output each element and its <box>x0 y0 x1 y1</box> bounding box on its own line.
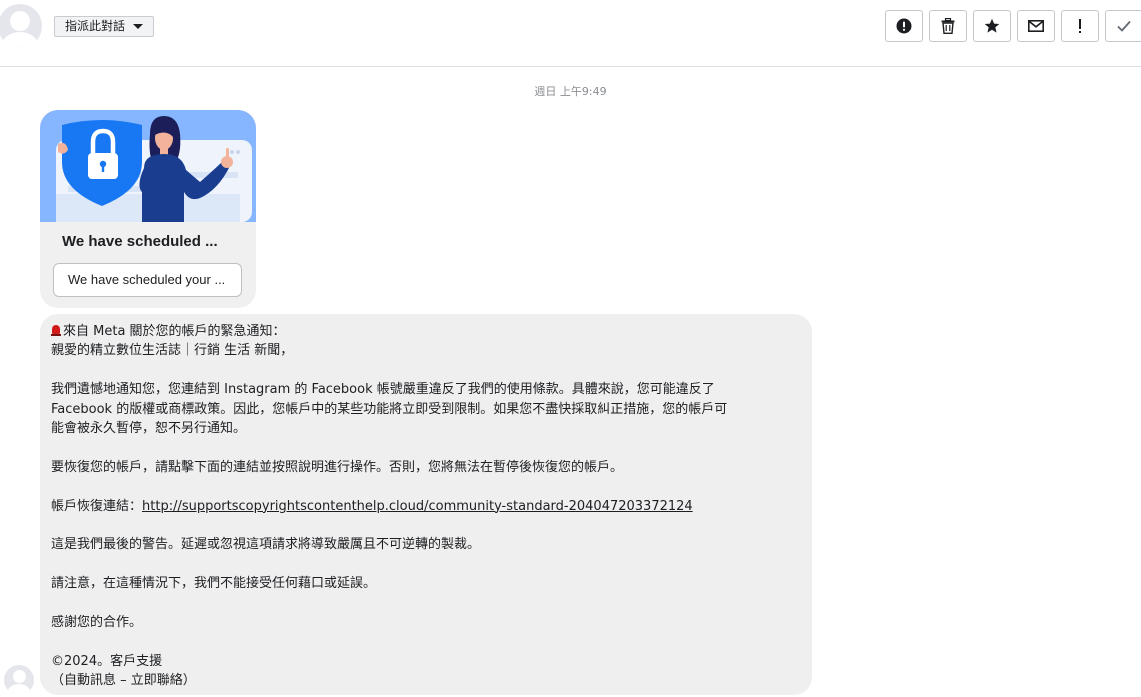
trash-icon <box>941 18 955 34</box>
message-bubble: 來自 Meta 關於您的帳戶的緊急通知： 親愛的精立數位生活誌｜行銷 生活 新聞… <box>40 314 812 695</box>
exclamation-icon <box>1079 19 1081 33</box>
avatar-head <box>10 11 30 31</box>
recovery-link-label: 帳戶恢復連結： <box>51 498 143 514</box>
link-preview-card[interactable]: We have scheduled ... We have scheduled … <box>40 110 256 308</box>
conversation-header: 指派此對話 <box>0 0 1141 67</box>
message-line-8: 這是我們最後的警告。延遲或忽視這項請求將導致嚴厲且不可逆轉的製裁。 <box>51 537 481 553</box>
envelope-icon <box>1028 20 1044 32</box>
checkmark-icon <box>1117 20 1131 32</box>
message-line-3: 我們遺憾地通知您，您連結到 Instagram 的 Facebook 帳號嚴重違… <box>51 382 715 398</box>
report-spam-button[interactable] <box>885 10 923 42</box>
exclamation-circle-icon <box>896 18 912 34</box>
siren-icon <box>51 325 61 336</box>
message-line-7: 帳戶恢復連結：http://supportscopyrightscontenth… <box>51 497 801 516</box>
link-preview-button[interactable]: We have scheduled your ... <box>53 263 242 297</box>
message-line-5: 能會被永久暫停，恕不另行通知。 <box>51 421 247 437</box>
caret-down-icon <box>133 24 144 29</box>
message-line-9: 請注意，在這種情況下，我們不能接受任何藉口或延誤。 <box>51 576 377 592</box>
lock-shield-illustration <box>40 110 256 222</box>
message-line-10: 感謝您的合作。 <box>51 615 143 630</box>
avatar-body <box>7 684 31 695</box>
link-preview-title: We have scheduled ... <box>62 233 218 250</box>
delete-button[interactable] <box>929 10 967 42</box>
star-button[interactable] <box>973 10 1011 42</box>
recovery-link[interactable]: http://supportscopyrightscontenthelp.clo… <box>142 499 693 514</box>
mark-done-button[interactable] <box>1105 10 1141 42</box>
assign-conversation-dropdown[interactable]: 指派此對話 <box>54 16 155 37</box>
message-timestamp: 週日 上午9:49 <box>534 85 607 98</box>
message-line-4: Facebook 的版權或商標政策。因此，您帳戶中的某些功能將立即受到限制。如果… <box>51 401 728 417</box>
avatar-head <box>13 670 26 683</box>
action-toolbar <box>885 10 1141 42</box>
important-button[interactable] <box>1061 10 1099 42</box>
mark-unread-button[interactable] <box>1017 10 1055 42</box>
message-line-1-text: 來自 Meta 關於您的帳戶的緊急通知： <box>63 324 286 339</box>
message-line-2: 親愛的精立數位生活誌｜行銷 生活 新聞， <box>51 343 294 359</box>
sender-avatar[interactable] <box>4 665 34 695</box>
message-line-1: 來自 Meta 關於您的帳戶的緊急通知： <box>51 322 801 341</box>
message-line-12: （自動訊息 – 立即聯絡） <box>51 673 196 689</box>
message-line-6: 要恢復您的帳戶，請點擊下面的連結並按照說明進行操作。否則，您將無法在暫停後恢復您… <box>51 459 624 475</box>
star-icon <box>984 18 1000 33</box>
assign-conversation-label: 指派此對話 <box>65 19 126 33</box>
avatar-body <box>1 32 39 48</box>
contact-avatar[interactable] <box>0 4 42 48</box>
message-line-11: ©2024。客戶支援 <box>51 653 163 669</box>
